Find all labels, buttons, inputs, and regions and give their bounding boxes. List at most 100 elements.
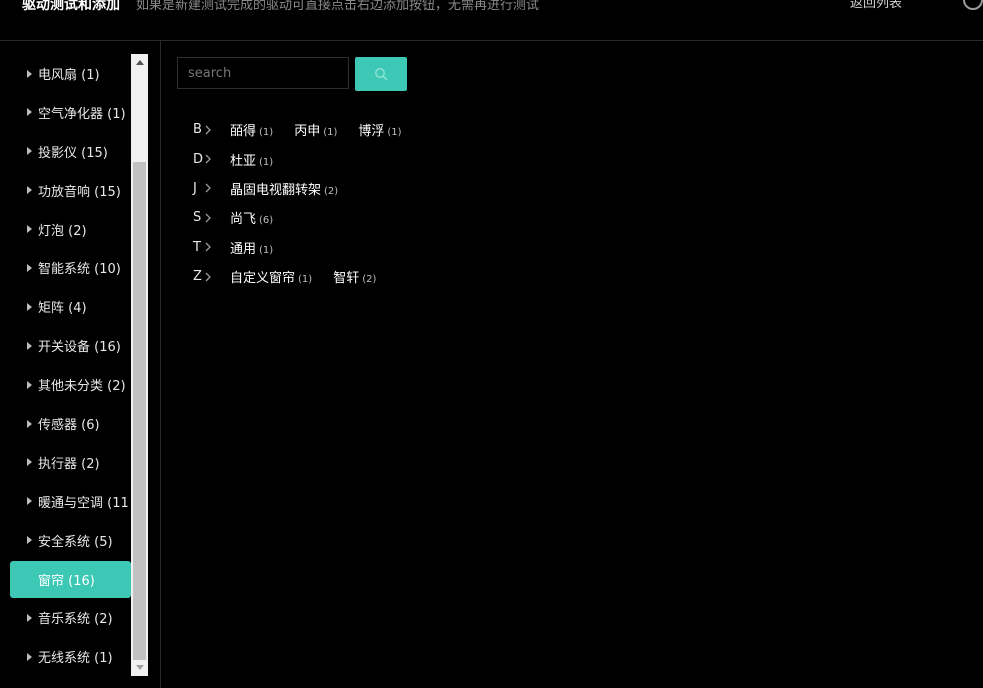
group-letter: Z	[193, 269, 202, 285]
sidebar-item[interactable]: 其他未分类 (2)	[10, 366, 131, 403]
sidebar-item-label: 智能系统 (10)	[38, 262, 121, 278]
brand-list: B 皕得 (1) 丙申 (1) 博浮 (1) D 杜亚 (1) J 晶固电视翻转架 (2) S 尚飞 (6) T…	[193, 115, 423, 291]
search-input[interactable]	[177, 57, 349, 89]
help-icon[interactable]	[963, 0, 983, 10]
sidebar-item-label: 传感器 (6)	[38, 418, 100, 434]
sidebar-item-label: 电风扇 (1)	[38, 68, 100, 83]
caret-right-icon	[27, 147, 32, 156]
sidebar-item-label: 空气净化器 (1)	[38, 106, 126, 122]
brand-link[interactable]: 尚飞 (6)	[230, 208, 273, 227]
caret-right-icon	[27, 419, 32, 428]
sidebar-item[interactable]: 投影仪 (15)	[10, 133, 131, 170]
scroll-down-arrow-icon[interactable]	[136, 665, 144, 670]
sidebar-item-label: 音乐系统 (2)	[38, 612, 113, 628]
sidebar-item-label: 矩阵 (4)	[38, 301, 87, 317]
brand-name: 杜亚	[230, 153, 257, 169]
brand-count: (1)	[323, 127, 338, 139]
chevron-right-icon	[204, 272, 218, 282]
brand-name: 丙申	[294, 124, 321, 140]
brand-link[interactable]: 杜亚 (1)	[230, 150, 273, 169]
brand-link[interactable]: 晶固电视翻转架 (2)	[230, 179, 338, 198]
sidebar-item[interactable]: 功放音响 (15)	[10, 172, 131, 209]
brand-count: (1)	[298, 274, 313, 286]
chevron-right-icon	[204, 154, 218, 164]
brand-link[interactable]: 智轩 (2)	[333, 267, 376, 286]
brand-count: (2)	[324, 185, 339, 197]
caret-right-icon	[27, 225, 32, 234]
caret-right-icon	[27, 302, 32, 311]
sidebar-item-label: 窗帘 (16)	[38, 573, 95, 589]
brand-items: 晶固电视翻转架 (2)	[230, 179, 359, 198]
sidebar-item[interactable]: 电风扇 (1)	[10, 55, 131, 92]
back-link[interactable]: 返回列表	[850, 0, 902, 11]
category-sidebar: 电风扇 (1) 空气净化器 (1) 投影仪 (15) 功放音响 (15) 灯泡 (2) 智…	[0, 40, 161, 688]
scrollbar-thumb[interactable]	[133, 162, 146, 660]
brand-count: (2)	[362, 274, 377, 286]
sidebar-item[interactable]: 执行器 (2)	[10, 444, 131, 481]
caret-right-icon	[27, 69, 32, 78]
group-letter: B	[193, 122, 202, 138]
sidebar-item-label: 暖通与空调 (11	[38, 495, 129, 511]
caret-right-icon	[27, 341, 32, 350]
brand-items: 通用 (1)	[230, 238, 294, 257]
brand-link[interactable]: 通用 (1)	[230, 238, 273, 257]
caret-right-icon	[27, 108, 32, 117]
brand-link[interactable]: 皕得 (1)	[230, 120, 273, 139]
brand-items: 皕得 (1) 丙申 (1) 博浮 (1)	[230, 120, 423, 139]
sidebar-item-label: 执行器 (2)	[38, 456, 100, 472]
scroll-up-arrow-icon[interactable]	[136, 60, 144, 65]
sidebar-item[interactable]: 音乐系统 (2)	[10, 599, 131, 636]
sidebar-item[interactable]: 安全系统 (5)	[10, 522, 131, 559]
brand-count: (1)	[259, 127, 274, 139]
sidebar-scrollbar[interactable]	[131, 54, 148, 676]
group-letter: S	[193, 210, 202, 226]
brand-name: 尚飞	[230, 212, 257, 228]
sidebar-item[interactable]: 灯泡 (2)	[10, 211, 131, 248]
sidebar-item[interactable]: 智能系统 (10)	[10, 249, 131, 286]
sidebar-item[interactable]: 矩阵 (4)	[10, 288, 131, 325]
chevron-right-icon	[204, 125, 218, 135]
brand-items: 尚飞 (6)	[230, 208, 294, 227]
brand-group-row: Z 自定义窗帘 (1) 智轩 (2)	[193, 262, 423, 291]
caret-right-icon	[27, 613, 32, 622]
group-letter: J	[193, 180, 197, 196]
sidebar-item-label: 开关设备 (16)	[38, 340, 121, 356]
brand-link[interactable]: 丙申 (1)	[294, 120, 337, 139]
sidebar-item[interactable]: 空气净化器 (1)	[10, 94, 131, 131]
sidebar-item[interactable]: 暖通与空调 (11	[10, 483, 131, 520]
caret-right-icon	[27, 263, 32, 272]
search-icon	[375, 68, 388, 81]
sidebar-item-label: 灯泡 (2)	[38, 223, 87, 239]
brand-items: 杜亚 (1)	[230, 150, 294, 169]
sidebar-item[interactable]: 开关设备 (16)	[10, 327, 131, 364]
brand-count: (1)	[259, 244, 274, 256]
caret-right-icon	[27, 458, 32, 467]
brand-link[interactable]: 博浮 (1)	[358, 120, 401, 139]
brand-group-row: S 尚飞 (6)	[193, 203, 423, 232]
search-button[interactable]	[355, 57, 407, 91]
brand-group-row: T 通用 (1)	[193, 233, 423, 262]
chevron-right-icon	[204, 242, 218, 252]
page-title: 驱动测试和添加	[22, 0, 120, 13]
caret-right-icon	[27, 497, 32, 506]
sidebar-item-label: 无线系统 (1)	[38, 651, 113, 667]
brand-name: 通用	[230, 241, 257, 257]
brand-count: (6)	[259, 215, 274, 227]
sidebar-item[interactable]: 窗帘 (16)	[10, 560, 131, 598]
brand-name: 智轩	[333, 271, 360, 287]
sidebar-item[interactable]: 无线系统 (1)	[10, 638, 131, 675]
brand-group-row: J 晶固电视翻转架 (2)	[193, 174, 423, 203]
brand-link[interactable]: 自定义窗帘 (1)	[230, 267, 312, 286]
sidebar-item-label: 投影仪 (15)	[38, 145, 108, 161]
caret-right-icon	[27, 186, 32, 195]
brand-name: 皕得	[230, 124, 257, 140]
chevron-right-icon	[204, 183, 218, 193]
category-list: 电风扇 (1) 空气净化器 (1) 投影仪 (15) 功放音响 (15) 灯泡 (2) 智…	[10, 55, 131, 677]
header: 驱动测试和添加 如果是新建测试完成的驱动可直接点击右边添加按钮，无需再进行测试 …	[0, 0, 983, 41]
caret-right-icon	[27, 536, 32, 545]
sidebar-item[interactable]: 传感器 (6)	[10, 405, 131, 442]
sidebar-item-label: 功放音响 (15)	[38, 184, 121, 200]
brand-count: (1)	[259, 156, 274, 168]
brand-name: 晶固电视翻转架	[230, 182, 322, 198]
caret-right-icon	[27, 380, 32, 389]
